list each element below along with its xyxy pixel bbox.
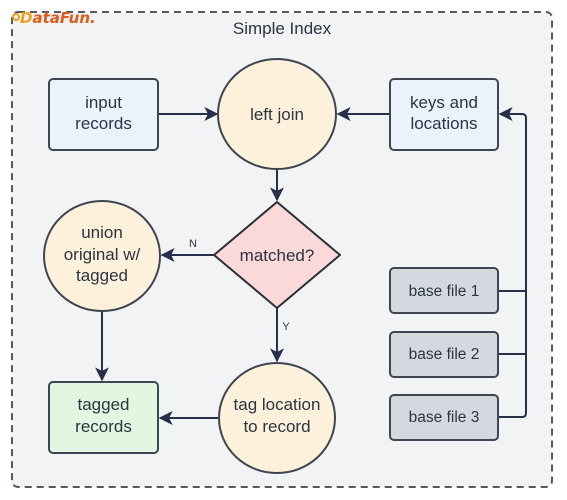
- node-base-file-2[interactable]: base file 2: [389, 331, 499, 378]
- logo-rest: ataFun.: [32, 9, 95, 27]
- node-base-file-1[interactable]: base file 1: [389, 267, 499, 314]
- matched-label: matched?: [240, 246, 315, 265]
- keys-line1: keys and: [410, 93, 478, 112]
- union-line3: tagged: [76, 266, 128, 285]
- node-union[interactable]: union original w/ tagged: [43, 200, 161, 312]
- tag-location-line1: tag location: [234, 395, 321, 414]
- base-file-2-label: base file 2: [409, 346, 480, 363]
- node-input-records[interactable]: input records: [48, 78, 159, 151]
- union-line2: original w/: [64, 245, 141, 264]
- base-file-1-label: base file 1: [409, 283, 480, 300]
- svg-text:DataFun.: DataFun.: [20, 9, 96, 27]
- tag-location-line2: to record: [243, 417, 310, 436]
- left-join-label: left join: [250, 105, 304, 124]
- input-records-line1: input: [85, 93, 122, 112]
- base-file-3-label: base file 3: [409, 409, 480, 426]
- node-tagged-records[interactable]: tagged records: [48, 381, 159, 454]
- diagram-canvas: DataFun. Simple Index N Y input records …: [11, 9, 553, 488]
- tagged-records-line1: tagged: [78, 395, 130, 414]
- edge-label-yes: Y: [282, 321, 290, 333]
- node-left-join[interactable]: left join: [217, 58, 337, 170]
- datafun-logo: DataFun.: [12, 9, 96, 27]
- tagged-records-line2: records: [75, 417, 132, 436]
- node-base-file-3[interactable]: base file 3: [389, 394, 499, 441]
- keys-line2: locations: [410, 114, 477, 133]
- union-line1: union: [81, 223, 123, 242]
- node-tag-location[interactable]: tag location to record: [218, 362, 336, 474]
- diagram-title: Simple Index: [233, 19, 332, 38]
- node-keys-and-locations[interactable]: keys and locations: [389, 78, 499, 151]
- edge-label-no: N: [189, 238, 197, 250]
- logo-prefix: D: [20, 9, 32, 27]
- input-records-line2: records: [75, 114, 132, 133]
